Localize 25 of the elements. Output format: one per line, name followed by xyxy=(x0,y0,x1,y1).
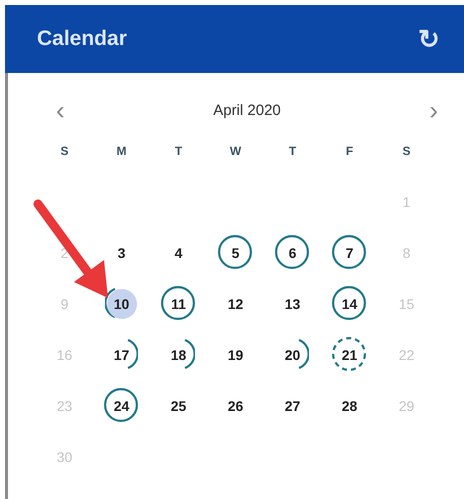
month-title: April 2020 xyxy=(213,102,281,118)
header-title: Calendar xyxy=(37,27,127,51)
day-button[interactable]: 19 xyxy=(220,340,250,370)
day-button[interactable]: 3 xyxy=(106,238,136,268)
previous-month-button[interactable]: ‹ xyxy=(52,97,69,123)
weekday-label: S xyxy=(401,142,412,160)
weekday-label: T xyxy=(174,142,184,160)
day-button[interactable]: 17 xyxy=(106,340,136,370)
weekday-label: S xyxy=(59,142,70,160)
next-month-button[interactable]: › xyxy=(425,97,442,123)
day-button[interactable]: 20 xyxy=(278,340,308,370)
weekday-label: M xyxy=(116,142,128,160)
day-button[interactable]: 25 xyxy=(164,390,194,420)
day-button[interactable]: 26 xyxy=(220,390,250,420)
day-button[interactable]: 27 xyxy=(278,390,308,420)
day-button[interactable]: 12 xyxy=(220,288,250,318)
day-button[interactable]: 18 xyxy=(164,340,194,370)
day-button[interactable]: 13 xyxy=(278,288,308,318)
day-button[interactable]: 28 xyxy=(334,390,364,420)
day-button[interactable]: 4 xyxy=(164,238,194,268)
weekday-label: W xyxy=(228,142,242,160)
refresh-button[interactable]: ↻ xyxy=(418,26,440,52)
day-button[interactable]: 10 xyxy=(106,288,136,318)
weekday-label: F xyxy=(344,142,354,160)
weekday-label: T xyxy=(288,142,298,160)
